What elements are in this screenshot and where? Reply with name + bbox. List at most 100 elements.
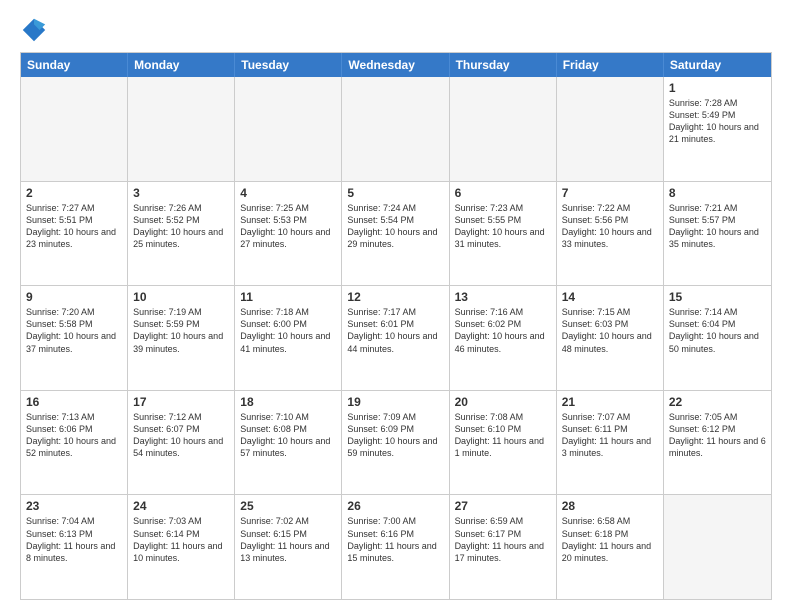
calendar-cell: 3 Sunrise: 7:26 AM Sunset: 5:52 PM Daylig… (128, 182, 235, 286)
day-info: Sunrise: 7:10 AM Sunset: 6:08 PM Dayligh… (240, 411, 336, 460)
calendar-cell (557, 77, 664, 181)
day-info: Sunrise: 7:04 AM Sunset: 6:13 PM Dayligh… (26, 515, 122, 564)
calendar-cell: 19 Sunrise: 7:09 AM Sunset: 6:09 PM Dayli… (342, 391, 449, 495)
day-number: 5 (347, 186, 443, 200)
calendar-cell: 14Sunrise: 7:15 AM Sunset: 6:03 PM Dayli… (557, 286, 664, 390)
calendar-cell: 10 Sunrise: 7:19 AM Sunset: 5:59 PM Dayli… (128, 286, 235, 390)
calendar-cell: 23 Sunrise: 7:04 AM Sunset: 6:13 PM Dayli… (21, 495, 128, 599)
calendar-cell (128, 77, 235, 181)
day-info: Sunrise: 7:17 AM Sunset: 6:01 PM Dayligh… (347, 306, 443, 355)
day-info: Sunrise: 7:21 AM Sunset: 5:57 PM Dayligh… (669, 202, 766, 251)
day-number: 24 (133, 499, 229, 513)
day-info: Sunrise: 7:27 AM Sunset: 5:51 PM Dayligh… (26, 202, 122, 251)
day-info: Sunrise: 7:23 AM Sunset: 5:55 PM Dayligh… (455, 202, 551, 251)
calendar-header: SundayMondayTuesdayWednesdayThursdayFrid… (21, 53, 771, 77)
day-info: Sunrise: 7:25 AM Sunset: 5:53 PM Dayligh… (240, 202, 336, 251)
logo (20, 16, 52, 44)
calendar-cell: 21 Sunrise: 7:07 AM Sunset: 6:11 PM Dayli… (557, 391, 664, 495)
day-info: Sunrise: 7:20 AM Sunset: 5:58 PM Dayligh… (26, 306, 122, 355)
weekday-header: Thursday (450, 53, 557, 77)
day-number: 13 (455, 290, 551, 304)
calendar-cell: 24 Sunrise: 7:03 AM Sunset: 6:14 PM Dayli… (128, 495, 235, 599)
calendar-cell: 7 Sunrise: 7:22 AM Sunset: 5:56 PM Daylig… (557, 182, 664, 286)
day-info: Sunrise: 7:13 AM Sunset: 6:06 PM Dayligh… (26, 411, 122, 460)
day-number: 14 (562, 290, 658, 304)
calendar-cell: 26 Sunrise: 7:00 AM Sunset: 6:16 PM Dayli… (342, 495, 449, 599)
day-number: 15 (669, 290, 766, 304)
calendar-cell: 6 Sunrise: 7:23 AM Sunset: 5:55 PM Daylig… (450, 182, 557, 286)
day-number: 10 (133, 290, 229, 304)
day-number: 6 (455, 186, 551, 200)
day-number: 23 (26, 499, 122, 513)
calendar-cell: 22Sunrise: 7:05 AM Sunset: 6:12 PM Dayli… (664, 391, 771, 495)
day-number: 21 (562, 395, 658, 409)
day-number: 16 (26, 395, 122, 409)
day-info: Sunrise: 6:59 AM Sunset: 6:17 PM Dayligh… (455, 515, 551, 564)
day-info: Sunrise: 6:58 AM Sunset: 6:18 PM Dayligh… (562, 515, 658, 564)
day-info: Sunrise: 7:19 AM Sunset: 5:59 PM Dayligh… (133, 306, 229, 355)
day-number: 4 (240, 186, 336, 200)
calendar-row: 1 Sunrise: 7:28 AM Sunset: 5:49 PM Daylig… (21, 77, 771, 181)
weekday-header: Saturday (664, 53, 771, 77)
calendar-body: 1 Sunrise: 7:28 AM Sunset: 5:49 PM Daylig… (21, 77, 771, 599)
day-info: Sunrise: 7:02 AM Sunset: 6:15 PM Dayligh… (240, 515, 336, 564)
weekday-header: Tuesday (235, 53, 342, 77)
day-number: 27 (455, 499, 551, 513)
weekday-header: Wednesday (342, 53, 449, 77)
calendar-cell: 2 Sunrise: 7:27 AM Sunset: 5:51 PM Daylig… (21, 182, 128, 286)
page: SundayMondayTuesdayWednesdayThursdayFrid… (0, 0, 792, 612)
weekday-header: Monday (128, 53, 235, 77)
day-number: 28 (562, 499, 658, 513)
calendar-cell (450, 77, 557, 181)
calendar-cell (21, 77, 128, 181)
weekday-header: Sunday (21, 53, 128, 77)
calendar-cell: 4 Sunrise: 7:25 AM Sunset: 5:53 PM Daylig… (235, 182, 342, 286)
day-number: 7 (562, 186, 658, 200)
day-number: 25 (240, 499, 336, 513)
day-number: 9 (26, 290, 122, 304)
calendar-row: 23 Sunrise: 7:04 AM Sunset: 6:13 PM Dayli… (21, 494, 771, 599)
calendar: SundayMondayTuesdayWednesdayThursdayFrid… (20, 52, 772, 600)
calendar-cell: 5 Sunrise: 7:24 AM Sunset: 5:54 PM Daylig… (342, 182, 449, 286)
day-info: Sunrise: 7:22 AM Sunset: 5:56 PM Dayligh… (562, 202, 658, 251)
day-number: 18 (240, 395, 336, 409)
day-number: 19 (347, 395, 443, 409)
day-info: Sunrise: 7:08 AM Sunset: 6:10 PM Dayligh… (455, 411, 551, 460)
calendar-row: 16 Sunrise: 7:13 AM Sunset: 6:06 PM Dayli… (21, 390, 771, 495)
day-info: Sunrise: 7:00 AM Sunset: 6:16 PM Dayligh… (347, 515, 443, 564)
calendar-cell: 18 Sunrise: 7:10 AM Sunset: 6:08 PM Dayli… (235, 391, 342, 495)
calendar-cell: 1 Sunrise: 7:28 AM Sunset: 5:49 PM Daylig… (664, 77, 771, 181)
day-number: 8 (669, 186, 766, 200)
day-number: 2 (26, 186, 122, 200)
day-info: Sunrise: 7:26 AM Sunset: 5:52 PM Dayligh… (133, 202, 229, 251)
logo-icon (20, 16, 48, 44)
day-info: Sunrise: 7:03 AM Sunset: 6:14 PM Dayligh… (133, 515, 229, 564)
day-info: Sunrise: 7:24 AM Sunset: 5:54 PM Dayligh… (347, 202, 443, 251)
calendar-row: 2 Sunrise: 7:27 AM Sunset: 5:51 PM Daylig… (21, 181, 771, 286)
day-number: 1 (669, 81, 766, 95)
calendar-cell (235, 77, 342, 181)
day-info: Sunrise: 7:28 AM Sunset: 5:49 PM Dayligh… (669, 97, 766, 146)
calendar-cell (664, 495, 771, 599)
day-number: 26 (347, 499, 443, 513)
calendar-row: 9 Sunrise: 7:20 AM Sunset: 5:58 PM Daylig… (21, 285, 771, 390)
calendar-cell: 17 Sunrise: 7:12 AM Sunset: 6:07 PM Dayli… (128, 391, 235, 495)
calendar-cell: 20Sunrise: 7:08 AM Sunset: 6:10 PM Dayli… (450, 391, 557, 495)
header (20, 16, 772, 44)
day-info: Sunrise: 7:09 AM Sunset: 6:09 PM Dayligh… (347, 411, 443, 460)
calendar-cell: 11 Sunrise: 7:18 AM Sunset: 6:00 PM Dayli… (235, 286, 342, 390)
calendar-cell: 27 Sunrise: 6:59 AM Sunset: 6:17 PM Dayli… (450, 495, 557, 599)
weekday-header: Friday (557, 53, 664, 77)
calendar-cell: 28 Sunrise: 6:58 AM Sunset: 6:18 PM Dayli… (557, 495, 664, 599)
day-info: Sunrise: 7:07 AM Sunset: 6:11 PM Dayligh… (562, 411, 658, 460)
day-number: 3 (133, 186, 229, 200)
calendar-cell: 8 Sunrise: 7:21 AM Sunset: 5:57 PM Daylig… (664, 182, 771, 286)
calendar-cell: 15Sunrise: 7:14 AM Sunset: 6:04 PM Dayli… (664, 286, 771, 390)
calendar-cell: 25 Sunrise: 7:02 AM Sunset: 6:15 PM Dayli… (235, 495, 342, 599)
day-number: 17 (133, 395, 229, 409)
calendar-cell: 9 Sunrise: 7:20 AM Sunset: 5:58 PM Daylig… (21, 286, 128, 390)
day-number: 11 (240, 290, 336, 304)
calendar-cell (342, 77, 449, 181)
day-info: Sunrise: 7:18 AM Sunset: 6:00 PM Dayligh… (240, 306, 336, 355)
day-info: Sunrise: 7:12 AM Sunset: 6:07 PM Dayligh… (133, 411, 229, 460)
